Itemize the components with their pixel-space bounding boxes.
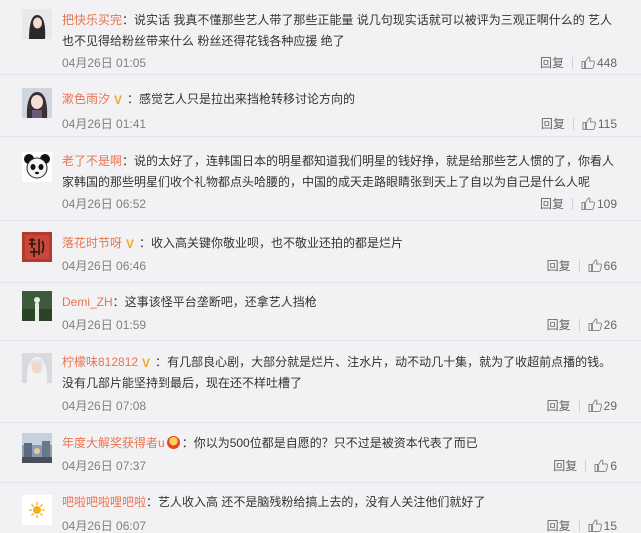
avatar[interactable] — [22, 495, 52, 525]
thumbs-up-icon — [581, 56, 595, 69]
comment-item: 老了不是啊：说的太好了，连韩国日本的明星都知道我们明星的钱好挣，就是给那些艺人惯… — [0, 137, 641, 221]
reply-button[interactable]: 回复 — [540, 197, 564, 211]
comment-item: 漱色雨汐 V ：感觉艺人只是拉出来挡枪转移讨论方向的 04月26日 01:41 回复… — [0, 75, 641, 137]
comment-timestamp: 04月26日 01:59 — [62, 318, 147, 332]
like-button[interactable]: 26 — [588, 318, 617, 332]
comment-timestamp: 04月26日 01:41 — [62, 117, 147, 131]
avatar[interactable] — [22, 152, 52, 182]
like-button[interactable]: 109 — [581, 197, 617, 211]
v-badge-icon: V — [126, 237, 135, 251]
like-count: 29 — [603, 399, 617, 413]
like-count: 26 — [603, 318, 617, 332]
comment-text: 收入高关键你敬业呗，也不敬业还拍的都是烂片 — [151, 236, 404, 250]
like-count: 448 — [596, 56, 617, 70]
reply-button[interactable]: 回复 — [540, 56, 564, 70]
v-badge-icon: V — [114, 93, 123, 107]
like-count: 115 — [597, 117, 617, 131]
like-count: 66 — [603, 259, 617, 273]
avatar[interactable] — [22, 291, 52, 321]
username[interactable]: 年度大解奖获得者u — [62, 436, 165, 450]
divider — [571, 57, 573, 69]
reply-button[interactable]: 回复 — [541, 117, 565, 131]
username[interactable]: 漱色雨汐 — [62, 92, 110, 106]
reply-button[interactable]: 回复 — [547, 259, 571, 273]
thumbs-up-icon — [588, 259, 602, 272]
comment-text: 说实话 我真不懂那些艺人带了那些正能量 说几句现实话就可以被评为三观正啊什么的 … — [62, 13, 613, 48]
avatar[interactable] — [22, 353, 52, 383]
reply-button[interactable]: 回复 — [553, 459, 577, 473]
comment-item: 落花时节呀 V ：收入高关键你敬业呗，也不敬业还拍的都是烂片 04月26日 06:4… — [0, 221, 641, 283]
comment-item: 吧啦吧啦哩吧啦：艺人收入高 还不是脑残粉给搞上去的，没有人关注他们就好了 04月… — [0, 483, 641, 533]
like-button[interactable]: 66 — [588, 259, 617, 273]
thumbs-up-icon — [588, 399, 602, 412]
divider — [578, 400, 580, 412]
comment-text: 感觉艺人只是拉出来挡枪转移讨论方向的 — [139, 92, 356, 106]
avatar[interactable] — [22, 88, 52, 118]
username[interactable]: Demi_ZH — [62, 295, 113, 309]
comment-text: 你以为500位都是自愿的？只不过是被资本代表了而已 — [193, 436, 478, 450]
comment-text: 这事该怪平台垄断吧，还拿艺人挡枪 — [124, 295, 317, 309]
username[interactable]: 吧啦吧啦哩吧啦 — [62, 495, 146, 509]
divider — [578, 319, 580, 331]
divider — [572, 118, 574, 130]
username[interactable]: 把快乐买完 — [62, 13, 122, 27]
comment-list: 把快乐买完：说实话 我真不懂那些艺人带了那些正能量 说几句现实话就可以被评为三观… — [0, 0, 641, 533]
comment-text: 说的太好了，连韩国日本的明星都知道我们明星的钱好挣，就是给那些艺人惯的了，你看人… — [62, 154, 615, 189]
comment-item: Demi_ZH：这事该怪平台垄断吧，还拿艺人挡枪 04月26日 01:59 回复… — [0, 283, 641, 341]
v-badge-icon: V — [142, 356, 151, 370]
comment-text: 艺人收入高 还不是脑残粉给搞上去的，没有人关注他们就好了 — [158, 495, 486, 509]
like-button[interactable]: 115 — [582, 117, 617, 131]
divider — [578, 520, 580, 532]
avatar[interactable] — [22, 433, 52, 463]
reply-button[interactable]: 回复 — [547, 318, 571, 332]
medal-icon — [166, 436, 180, 449]
like-count: 109 — [596, 197, 617, 211]
thumbs-up-icon — [588, 318, 602, 331]
reply-button[interactable]: 回复 — [547, 399, 571, 413]
comment-timestamp: 04月26日 07:37 — [62, 459, 147, 473]
like-button[interactable]: 6 — [594, 459, 617, 473]
divider — [585, 460, 587, 472]
avatar[interactable] — [22, 232, 52, 262]
username[interactable]: 柠檬味812812 — [62, 355, 138, 369]
username[interactable]: 落花时节呀 — [62, 236, 122, 250]
comment-timestamp: 04月26日 06:52 — [62, 197, 147, 211]
comment-timestamp: 04月26日 07:08 — [62, 399, 147, 413]
divider — [571, 198, 573, 210]
comment-timestamp: 04月26日 06:46 — [62, 259, 147, 273]
comment-item: 把快乐买完：说实话 我真不懂那些艺人带了那些正能量 说几句现实话就可以被评为三观… — [0, 0, 641, 75]
thumbs-up-icon — [588, 519, 602, 532]
like-button[interactable]: 29 — [588, 399, 617, 413]
comment-timestamp: 04月26日 01:05 — [62, 56, 147, 70]
like-count: 6 — [610, 459, 617, 473]
comment-item: 柠檬味812812 V ：有几部良心剧，大部分就是烂片、注水片，动不动几十集，就为了… — [0, 341, 641, 423]
like-button[interactable]: 448 — [581, 56, 617, 70]
thumbs-up-icon — [581, 197, 595, 210]
divider — [578, 260, 580, 272]
comment-item: 年度大解奖获得者u ：你以为500位都是自愿的？只不过是被资本代表了而已 04月2… — [0, 423, 641, 483]
thumbs-up-icon — [594, 459, 609, 472]
username[interactable]: 老了不是啊 — [62, 154, 122, 168]
avatar[interactable] — [22, 9, 52, 39]
thumbs-up-icon — [582, 117, 596, 130]
